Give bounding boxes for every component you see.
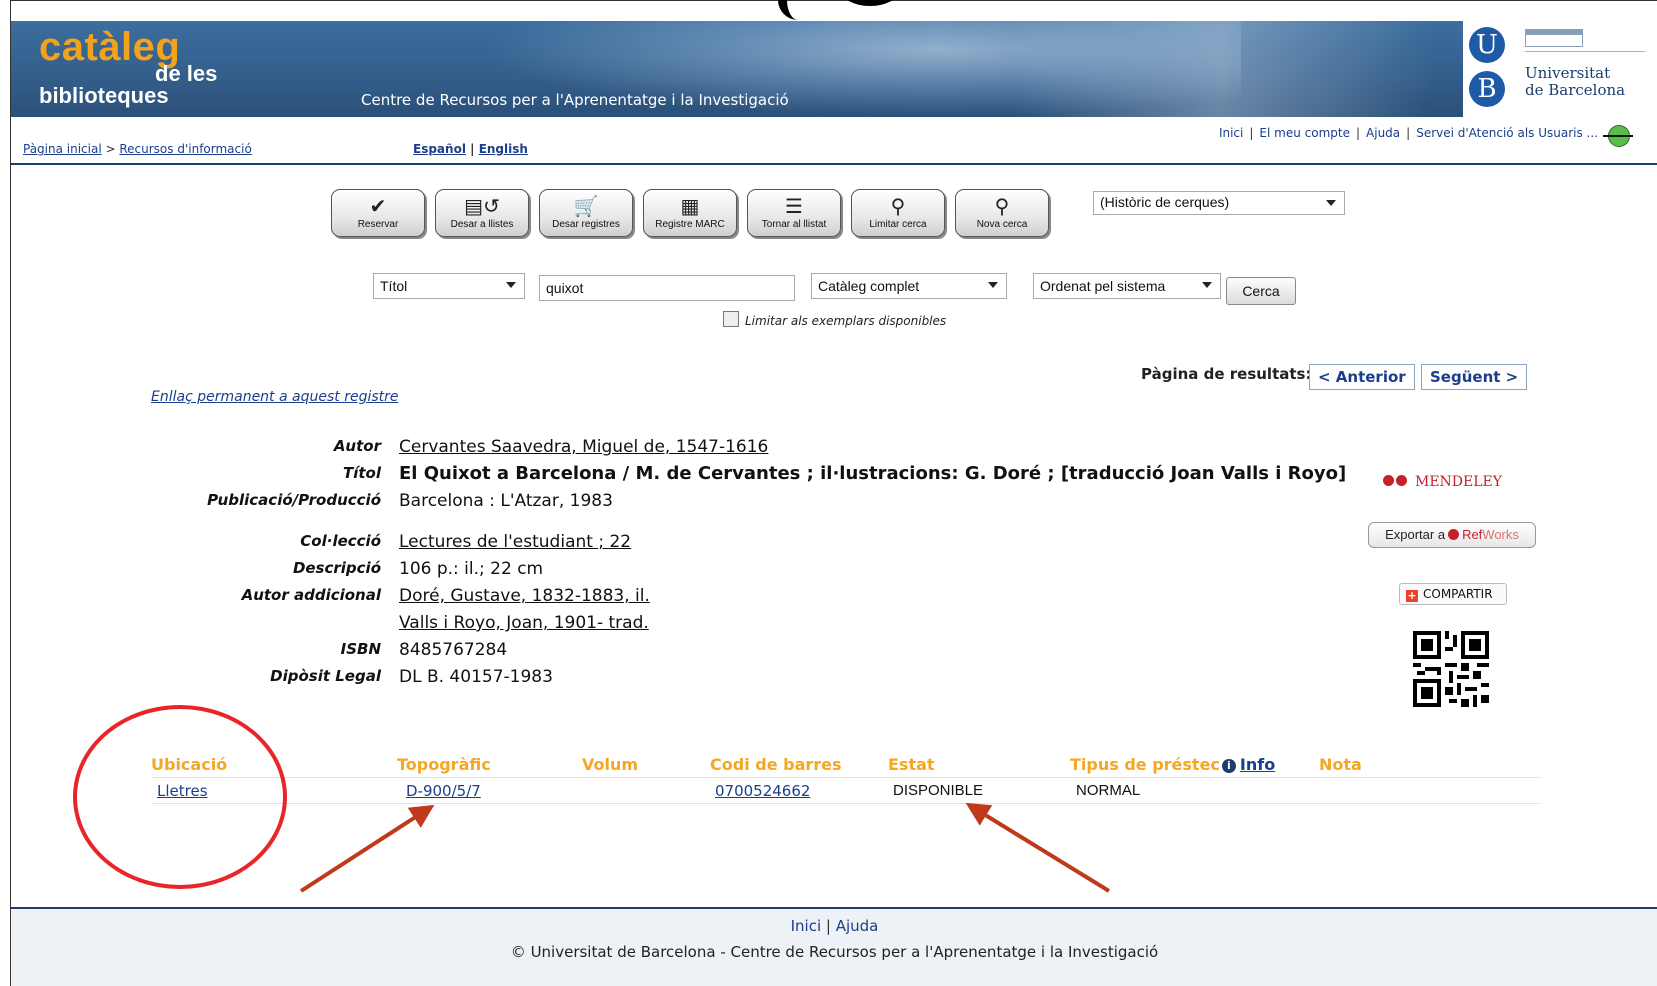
arrow-to-topografic	[299, 804, 435, 893]
arrow-to-estat	[965, 802, 1111, 893]
footer-inici-link[interactable]: Inici	[791, 917, 822, 935]
footer-sep: |	[821, 917, 836, 935]
footer-ajuda-link[interactable]: Ajuda	[836, 917, 879, 935]
page-frame: catàleg de les biblioteques Centre de Re…	[10, 0, 1657, 986]
footer-copyright: © Universitat de Barcelona - Centre de R…	[510, 943, 1159, 961]
footer-links: Inici | Ajuda	[11, 917, 1657, 935]
site-footer: Inici | Ajuda © Universitat de Barcelona…	[11, 907, 1657, 986]
annotation-arrows	[299, 802, 1111, 893]
